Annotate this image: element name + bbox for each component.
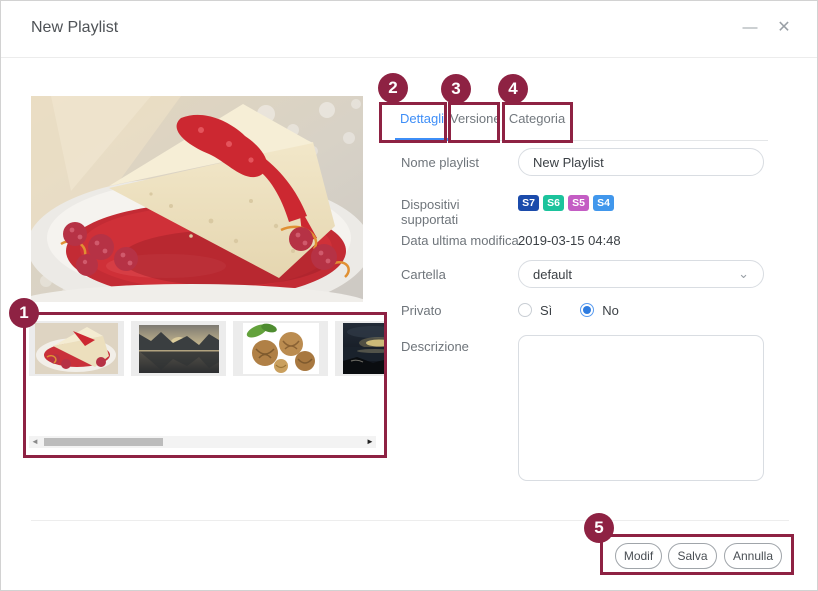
chevron-down-icon: ⌄ — [738, 269, 749, 279]
privato-label: Privato — [401, 303, 519, 318]
close-icon[interactable]: ✕ — [773, 17, 795, 39]
thumbnail-scrollbar: ◄ ► — [29, 436, 376, 448]
tab-categoria[interactable]: Categoria — [504, 111, 570, 133]
annotation-circle-4: 4 — [498, 74, 528, 104]
data-ultima-modifica-value: 2019-03-15 04:48 — [518, 233, 621, 248]
nome-playlist-label: Nome playlist — [401, 155, 519, 170]
cartella-selected-value: default — [533, 267, 572, 282]
cartella-label: Cartella — [401, 267, 519, 282]
device-badge-s4: S4 — [593, 195, 614, 211]
annotation-circle-2: 2 — [378, 73, 408, 103]
privato-radio-si[interactable] — [518, 303, 532, 317]
device-badge-s7: S7 — [518, 195, 539, 211]
thumbnail-lake-landscape[interactable] — [131, 321, 226, 376]
cartella-select[interactable]: default ⌄ — [518, 260, 764, 288]
thumbnail-walnuts[interactable] — [233, 321, 328, 376]
dispositivi-supportati-label: Dispositivi supportati — [401, 197, 519, 227]
device-badge-s6: S6 — [543, 195, 564, 211]
privato-radio-no[interactable] — [580, 303, 594, 317]
playlist-thumbnail-strip — [26, 319, 385, 379]
tab-dettagli[interactable]: Dettagli — [391, 111, 453, 133]
titlebar-divider — [1, 57, 817, 58]
privato-radio-group: Sì No — [518, 302, 619, 318]
active-tab-underline — [395, 138, 449, 141]
nome-playlist-input[interactable] — [518, 148, 764, 176]
annotation-circle-5: 5 — [584, 513, 614, 543]
thumbnail-cheesecake[interactable] — [29, 321, 124, 376]
footer-divider — [31, 520, 789, 521]
privato-radio-si-label[interactable]: Sì — [540, 303, 552, 318]
dialog-title: New Playlist — [31, 19, 118, 37]
annulla-button[interactable]: Annulla — [724, 543, 782, 569]
playlist-preview-image — [31, 96, 363, 302]
privato-radio-no-label[interactable]: No — [602, 303, 619, 318]
new-playlist-dialog: New Playlist — ✕ — [0, 0, 818, 591]
salva-button[interactable]: Salva — [668, 543, 717, 569]
tab-versione[interactable]: Versione — [450, 111, 500, 133]
data-ultima-modifica-label: Data ultima modifica — [401, 233, 519, 248]
device-badge-s5: S5 — [568, 195, 589, 211]
descrizione-label: Descrizione — [401, 339, 519, 354]
descrizione-textarea[interactable] — [518, 335, 764, 481]
scroll-left-icon[interactable]: ◄ — [29, 436, 41, 448]
minimize-icon[interactable]: — — [739, 17, 761, 39]
modif-button[interactable]: Modif — [615, 543, 662, 569]
scrollbar-thumb[interactable] — [44, 438, 163, 446]
scroll-right-icon[interactable]: ► — [364, 436, 376, 448]
annotation-circle-3: 3 — [441, 74, 471, 104]
thumbnail-night-seascape[interactable] — [335, 321, 385, 376]
